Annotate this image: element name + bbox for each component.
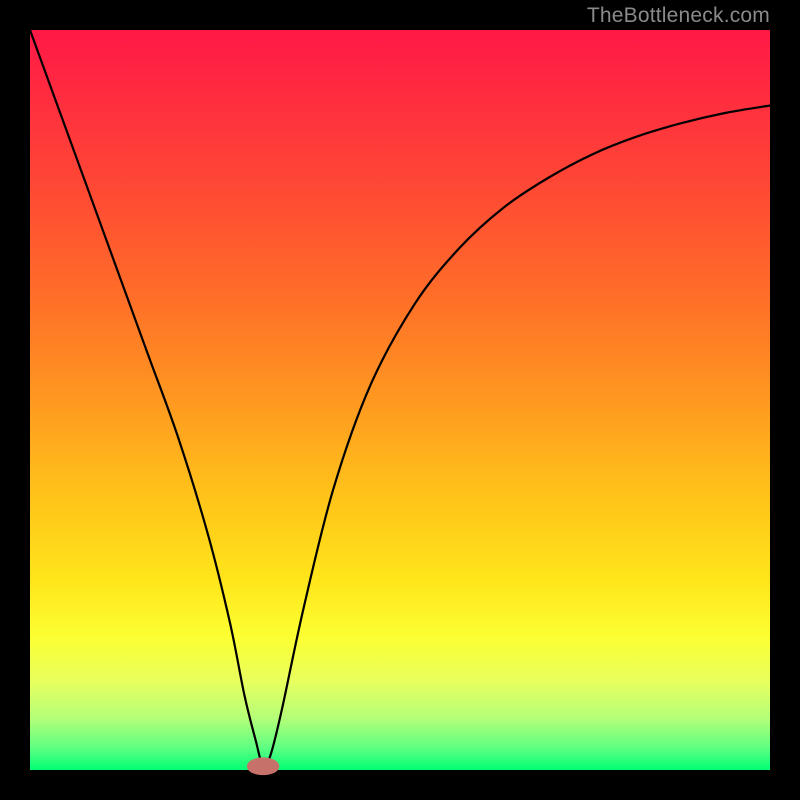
plot-area [30,30,770,770]
bottleneck-curve [30,30,770,767]
chart-frame: TheBottleneck.com [0,0,800,800]
watermark-text: TheBottleneck.com [587,4,770,28]
curve-layer [30,30,770,770]
minimum-marker [247,757,280,775]
